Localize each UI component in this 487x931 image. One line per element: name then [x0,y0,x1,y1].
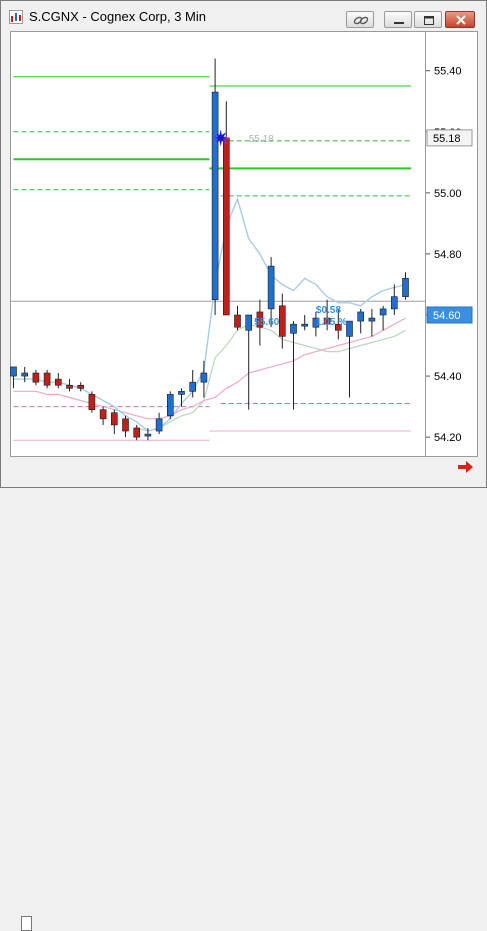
up-candle [346,320,353,337]
up-candle [390,296,398,310]
up-candle [379,308,387,316]
down-candle [66,384,73,389]
up-candle [402,278,409,297]
y-tick-label: 54.40 [434,371,462,383]
chart-annotation: 1.05 % [316,317,347,328]
down-candle [43,372,51,386]
up-candle [368,317,376,322]
down-candle [234,314,241,328]
up-candle [189,381,196,392]
up-candle [245,314,252,331]
up-candle [144,433,152,437]
up-candle [200,372,208,383]
price-marker-star-icon [212,129,229,146]
up-candle [357,311,365,322]
candlestick-chart: 55.18$0.5855.601.05 %55.4055.2055.0054.8… [10,58,473,477]
down-candle [99,409,107,420]
y-tick-label: 54.80 [434,249,462,261]
chart-annotation: 55.18 [249,134,274,145]
down-candle [32,372,40,383]
down-candle [111,412,118,426]
up-candle [167,394,174,417]
down-candle [88,394,96,410]
y-tick-label: 55.40 [434,66,462,78]
scroll-start-box[interactable] [21,916,32,931]
down-candle [133,427,140,438]
price-label-text: 54.60 [433,310,461,322]
down-candle [54,378,62,386]
up-candle [21,372,29,377]
scroll-right-arrow-icon[interactable] [457,460,475,474]
down-candle [77,384,84,389]
blue-average-line [13,196,406,432]
chart-annotation: 55.60 [254,317,279,328]
up-candle [301,323,309,327]
y-tick-label: 55.00 [434,188,462,200]
up-candle [178,391,185,395]
time-axis[interactable] [10,457,478,931]
chart-window: S.CGNX - Cognex Corp, 3 Min 55.18 $0.58 … [0,0,487,931]
lower-band-line [136,323,406,432]
chart-annotation: $0.58 [316,305,341,316]
up-candle [290,323,297,334]
up-candle [155,418,163,432]
price-label-text: 55.18 [433,133,461,145]
down-candle [278,305,286,337]
up-candle [267,265,275,310]
up-candle [10,366,17,377]
down-candle [122,418,129,432]
down-candle [223,137,230,316]
y-tick-label: 54.20 [434,432,462,444]
up-candle [211,91,219,301]
